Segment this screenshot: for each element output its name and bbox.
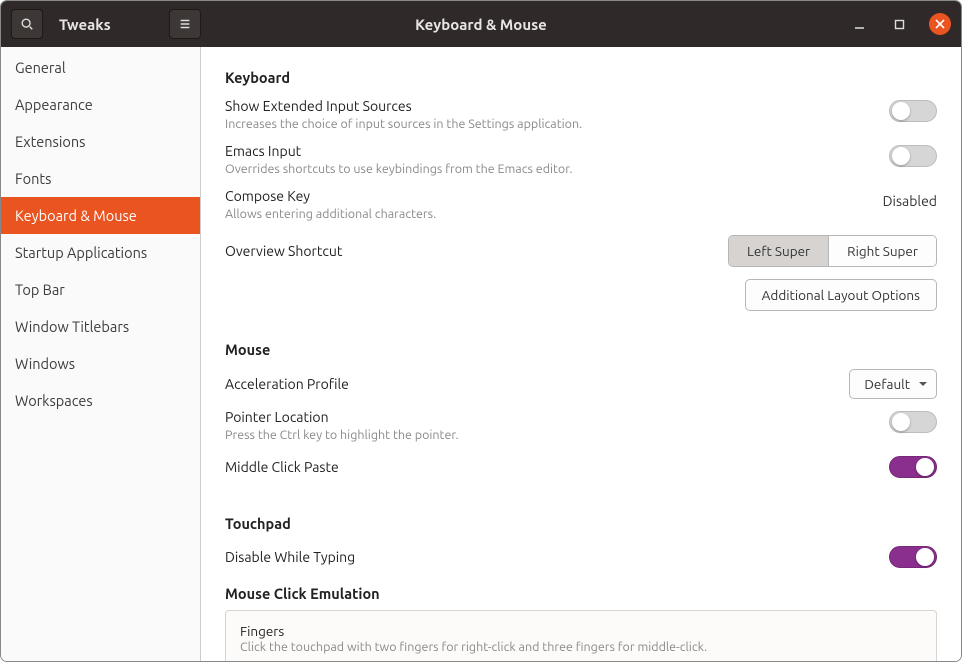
sidebar-item-general[interactable]: General [1,49,200,86]
row-middle-click-paste: Middle Click Paste [225,450,937,487]
window-controls [849,13,951,35]
hamburger-icon [178,17,192,31]
seg-left-super[interactable]: Left Super [729,236,828,266]
desc-extended-input-sources: Increases the choice of input sources in… [225,116,879,133]
label-extended-input-sources: Show Extended Input Sources [225,97,879,115]
tweaks-window: Tweaks Keyboard & Mouse General Appearan… [0,0,962,662]
sidebar-item-appearance[interactable]: Appearance [1,86,200,123]
desc-emacs-input: Overrides shortcuts to use keybindings f… [225,161,879,178]
switch-disable-while-typing[interactable] [889,546,937,568]
close-button[interactable] [929,13,951,35]
menu-button[interactable] [169,9,201,39]
app-name: Tweaks [59,16,111,33]
switch-extended-input-sources[interactable] [889,100,937,122]
select-acceleration-profile[interactable]: Default [849,369,937,399]
mouse-click-emulation-heading: Mouse Click Emulation [225,585,937,602]
label-middle-click-paste: Middle Click Paste [225,458,879,476]
emu-fingers-title: Fingers [240,623,922,639]
label-disable-while-typing: Disable While Typing [225,548,879,566]
sidebar: General Appearance Extensions Fonts Keyb… [1,47,201,661]
sidebar-item-extensions[interactable]: Extensions [1,123,200,160]
content: Keyboard Show Extended Input Sources Inc… [201,47,961,661]
sidebar-item-top-bar[interactable]: Top Bar [1,271,200,308]
row-emacs-input: Emacs Input Overrides shortcuts to use k… [225,139,937,184]
row-acceleration-profile: Acceleration Profile Default [225,366,937,405]
desc-pointer-location: Press the Ctrl key to highlight the poin… [225,427,879,444]
touchpad-heading: Touchpad [225,515,937,532]
seg-right-super[interactable]: Right Super [828,236,936,266]
switch-pointer-location[interactable] [889,411,937,433]
maximize-icon [894,19,905,30]
body: General Appearance Extensions Fonts Keyb… [1,47,961,661]
sidebar-item-keyboard-mouse[interactable]: Keyboard & Mouse [1,197,200,234]
row-overview-shortcut: Overview Shortcut Left Super Right Super [225,229,937,273]
search-icon [20,17,34,31]
switch-middle-click-paste[interactable] [889,456,937,478]
sidebar-item-startup-applications[interactable]: Startup Applications [1,234,200,271]
value-compose-key[interactable]: Disabled [883,193,937,209]
row-extended-input-sources: Show Extended Input Sources Increases th… [225,94,937,139]
label-acceleration-profile: Acceleration Profile [225,375,839,393]
row-compose-key: Compose Key Allows entering additional c… [225,184,937,229]
emu-fingers-desc: Click the touchpad with two fingers for … [240,640,922,654]
minimize-button[interactable] [849,14,869,34]
row-additional-layout: Additional Layout Options [225,273,937,325]
sidebar-item-windows[interactable]: Windows [1,345,200,382]
label-overview-shortcut: Overview Shortcut [225,242,718,260]
sidebar-item-window-titlebars[interactable]: Window Titlebars [1,308,200,345]
mouse-heading: Mouse [225,341,937,358]
sidebar-item-fonts[interactable]: Fonts [1,160,200,197]
switch-emacs-input[interactable] [889,145,937,167]
desc-compose-key: Allows entering additional characters. [225,206,873,223]
titlebar: Tweaks Keyboard & Mouse [1,1,961,47]
minimize-icon [854,19,865,30]
mouse-click-emulation-box: Fingers Click the touchpad with two fing… [225,610,937,661]
close-icon [935,19,945,29]
row-pointer-location: Pointer Location Press the Ctrl key to h… [225,405,937,450]
titlebar-left: Tweaks [1,9,201,39]
sidebar-item-workspaces[interactable]: Workspaces [1,382,200,419]
label-compose-key: Compose Key [225,187,873,205]
maximize-button[interactable] [889,14,909,34]
emu-option-fingers[interactable]: Fingers Click the touchpad with two fing… [240,621,922,661]
row-disable-while-typing: Disable While Typing [225,540,937,577]
search-button[interactable] [11,9,43,39]
additional-layout-options-button[interactable]: Additional Layout Options [745,279,937,311]
label-pointer-location: Pointer Location [225,408,879,426]
label-emacs-input: Emacs Input [225,142,879,160]
overview-shortcut-segment: Left Super Right Super [728,235,937,267]
keyboard-heading: Keyboard [225,69,937,86]
